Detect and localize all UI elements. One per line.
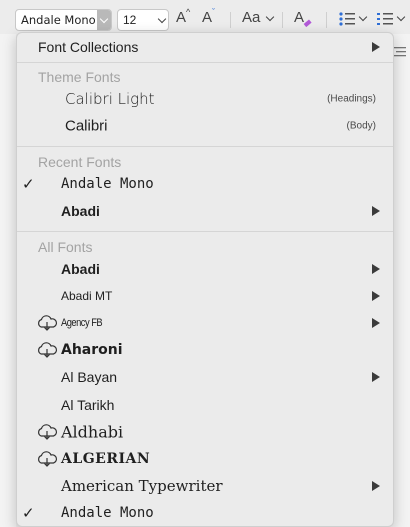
menu-item-theme-font[interactable]: Calibri (Body): [17, 112, 393, 139]
menu-item-font[interactable]: Abadi MT: [17, 282, 393, 309]
font-name-label: Aldhabi: [61, 422, 124, 442]
menu-divider: [17, 231, 393, 232]
font-name-label: American Typewriter: [61, 477, 223, 496]
font-name-combobox[interactable]: Andale Mono: [15, 9, 112, 31]
document-margin-left: [0, 34, 16, 527]
chevron-down-icon: [265, 12, 275, 22]
menu-item-font[interactable]: Al Tarikh: [17, 391, 393, 418]
menu-item-font[interactable]: Al Bayan: [17, 364, 393, 391]
numbering-button[interactable]: [376, 9, 406, 31]
submenu-arrow-icon: [372, 481, 380, 492]
checkmark-icon: ✓: [22, 505, 35, 523]
font-name-label: Aharoni: [61, 342, 123, 359]
chevron-down-icon: [157, 14, 167, 24]
numbered-list-icon: [377, 13, 393, 25]
cloud-download-icon: [38, 315, 58, 331]
font-name-label: ALGERIAN: [61, 450, 151, 467]
menu-item-font[interactable]: American Typewriter: [17, 473, 393, 500]
toolbar-separator: [282, 12, 283, 28]
menu-item-font[interactable]: Aharoni: [17, 337, 393, 364]
menu-item-font[interactable]: ✓ Andale Mono: [17, 500, 393, 526]
chevron-down-icon: [358, 12, 368, 22]
submenu-arrow-icon: [372, 290, 380, 301]
menu-item-theme-font[interactable]: Calibri Light (Headings): [17, 85, 393, 112]
recent-font-label: Abadi: [61, 202, 100, 219]
bullet-list-icon: [339, 12, 355, 26]
chevron-down-icon: [396, 12, 406, 22]
font-collections-label: Font Collections: [38, 38, 139, 55]
eraser-icon: [303, 19, 312, 28]
shrink-font-icon: A: [202, 9, 213, 26]
all-fonts-header-label: All Fonts: [38, 238, 93, 255]
font-size-value: 12: [123, 13, 137, 27]
submenu-arrow-icon: [372, 372, 380, 383]
theme-fonts-header-label: Theme Fonts: [38, 68, 121, 85]
theme-font-label: Calibri: [65, 117, 108, 134]
font-name-label: Andale Mono: [61, 505, 154, 522]
grow-font-icon: A: [176, 9, 187, 26]
theme-font-role: (Body): [346, 120, 376, 131]
font-name-dropdown-button[interactable]: [97, 10, 111, 30]
submenu-arrow-icon: [372, 263, 380, 274]
change-case-button[interactable]: Aa: [242, 9, 275, 31]
submenu-arrow-icon: [372, 317, 380, 328]
menu-item-font[interactable]: Agency FB: [17, 309, 393, 336]
cloud-download-icon: [38, 342, 58, 358]
font-name-label: Al Bayan: [61, 369, 118, 386]
submenu-arrow-icon: [372, 205, 380, 216]
theme-font-role: (Headings): [327, 93, 376, 104]
toolbar-separator: [326, 12, 327, 28]
menu-divider: [17, 146, 393, 147]
checkmark-icon: ✓: [22, 175, 35, 193]
menu-item-recent-font[interactable]: ✓ Andale Mono: [17, 170, 393, 197]
menu-item-font[interactable]: Abadi: [17, 255, 393, 282]
menu-item-recent-font[interactable]: Abadi: [17, 197, 393, 224]
bullets-button[interactable]: [338, 9, 368, 31]
font-name-value: Andale Mono: [21, 13, 96, 27]
clear-formatting-button[interactable]: A: [294, 9, 312, 31]
menu-item-font-collections[interactable]: Font Collections: [17, 33, 393, 60]
font-name-label: Agency FB: [61, 316, 103, 329]
font-size-combobox[interactable]: 12: [117, 9, 169, 31]
change-case-icon: Aa: [242, 9, 261, 26]
font-name-label: Al Tarikh: [61, 396, 115, 413]
recent-fonts-header-label: Recent Fonts: [38, 153, 122, 170]
theme-font-label: Calibri Light: [65, 89, 155, 108]
font-name-label: Abadi MT: [61, 288, 113, 303]
indent-icon: [392, 47, 406, 57]
recent-font-label: Andale Mono: [61, 175, 154, 192]
font-dropdown-menu: Font Collections Theme Fonts Calibri Lig…: [16, 32, 394, 527]
menu-item-font[interactable]: Aldhabi: [17, 418, 393, 445]
cloud-download-icon: [38, 423, 58, 440]
shrink-font-button[interactable]: Aˇ: [202, 7, 215, 31]
cloud-download-icon: [38, 451, 58, 467]
font-name-label: Abadi: [61, 260, 100, 277]
submenu-arrow-icon: [372, 41, 380, 52]
toolbar-separator: [230, 12, 231, 28]
grow-font-button[interactable]: A^: [176, 7, 190, 31]
menu-item-font[interactable]: ALGERIAN: [17, 445, 393, 472]
chevron-down-icon: [99, 14, 109, 24]
formatting-toolbar: Andale Mono 12 A^ Aˇ Aa A: [0, 0, 410, 34]
